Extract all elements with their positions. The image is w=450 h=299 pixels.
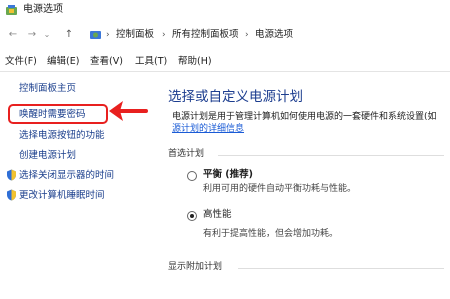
address-bar: ← → ⌄ ↑ › 控制面板 › 所有控制面板项 › 电源选项 [0,24,450,46]
plan-high-performance-description: 有利于提高性能，但会增加功耗。 [203,229,339,239]
plan-details-link[interactable]: 源计划的详细信息 [172,124,244,135]
preferred-plans-heading: 首选计划 [168,149,205,159]
shield-icon [7,169,16,181]
title-bar: 电源选项 [0,0,450,20]
forward-button[interactable]: → [25,29,39,41]
sidebar-item-power-button[interactable]: 选择电源按钮的功能 [19,130,105,142]
menu-file[interactable]: 文件(F) [5,56,37,68]
back-button[interactable]: ← [6,29,20,41]
main-content: 选择或自定义电源计划 电源计划是用于管理计算机如何使用电源的一套硬件和系统设置(… [150,72,450,299]
sidebar-item-create-plan[interactable]: 创建电源计划 [19,150,76,162]
window-title: 电源选项 [23,4,63,15]
sidebar-item-display-off-time[interactable]: 选择关闭显示器的时间 [19,170,114,182]
page-title: 选择或自定义电源计划 [168,89,303,105]
plan-balanced-name[interactable]: 平衡 (推荐) [203,169,253,181]
sidebar-control-panel-home[interactable]: 控制面板主页 [19,83,76,95]
section-divider [218,155,444,156]
power-options-icon [6,5,17,15]
additional-plans-heading[interactable]: 显示附加计划 [168,262,222,273]
breadcrumb-power-options[interactable]: 电源选项 [255,29,293,41]
plan-high-performance-radio[interactable] [187,211,197,221]
breadcrumb-control-panel[interactable]: 控制面板 [116,29,154,41]
breadcrumb-separator: › [106,30,110,40]
recent-locations-dropdown[interactable]: ⌄ [42,29,52,41]
menu-edit[interactable]: 编辑(E) [47,56,79,68]
annotation-arrow-icon [109,101,148,121]
plan-balanced-description: 利用可用的硬件自动平衡功耗与性能。 [203,184,357,194]
section-divider [238,268,444,269]
plan-balanced-radio[interactable] [187,171,197,181]
menu-tools[interactable]: 工具(T) [135,56,167,68]
plan-high-performance-name[interactable]: 高性能 [203,209,232,221]
breadcrumb-all-items[interactable]: 所有控制面板项 [172,29,239,41]
shield-icon [7,189,16,201]
plan-description-text: 电源计划是用于管理计算机如何使用电源的一套硬件和系统设置(如 [172,112,437,122]
menu-view[interactable]: 查看(V) [90,56,123,68]
breadcrumb-separator: › [245,30,249,40]
menu-help[interactable]: 帮助(H) [178,56,212,68]
address-path[interactable]: › 控制面板 › 所有控制面板项 › 电源选项 [86,25,450,45]
annotation-highlight-box [8,104,108,124]
control-panel-icon [90,31,101,39]
menu-bar: 文件(F) 编辑(E) 查看(V) 工具(T) 帮助(H) [0,53,450,72]
breadcrumb-separator: › [162,30,166,40]
sidebar-item-sleep-time[interactable]: 更改计算机睡眠时间 [19,190,105,202]
up-button[interactable]: ↑ [62,29,76,41]
